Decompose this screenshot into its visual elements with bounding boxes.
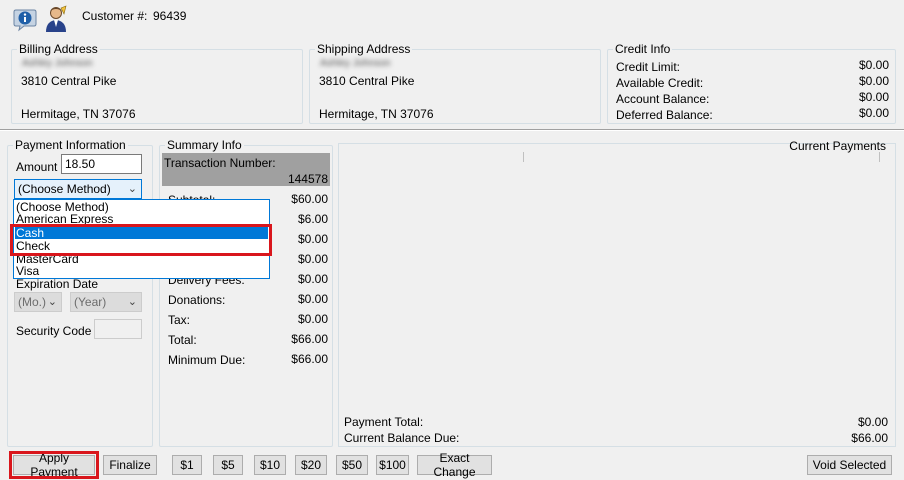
- column-divider: [523, 152, 524, 162]
- total-label: Total:: [168, 333, 197, 347]
- quick-amount-100-button[interactable]: $100: [376, 455, 409, 475]
- annotation-highlight-cash-check: [10, 224, 272, 256]
- option-choose-method[interactable]: (Choose Method): [16, 201, 109, 214]
- amount-input[interactable]: [61, 154, 142, 174]
- chevron-down-icon: ⌄: [127, 296, 137, 308]
- payment-title: Payment Information: [13, 138, 128, 152]
- balance-due-label: Current Balance Due:: [344, 431, 460, 445]
- quick-amount-50-button[interactable]: $50: [336, 455, 368, 475]
- option-visa[interactable]: Visa: [16, 265, 39, 278]
- billing-city: Hermitage, TN 37076: [21, 107, 136, 121]
- balance-due-value: $66.00: [851, 431, 888, 445]
- minimum-due-value: $66.00: [291, 352, 328, 366]
- billing-street: 3810 Central Pike: [21, 74, 117, 88]
- void-selected-button[interactable]: Void Selected: [807, 455, 892, 475]
- section-divider: [0, 129, 904, 131]
- quick-amount-5-button[interactable]: $5: [213, 455, 243, 475]
- transaction-number: 144578: [287, 172, 328, 186]
- account-balance-label: Account Balance:: [616, 92, 710, 106]
- summary-title: Summary Info: [165, 138, 244, 152]
- shipping-street: 3810 Central Pike: [319, 74, 415, 88]
- security-code-label: Security Code: [16, 324, 92, 338]
- user-icon[interactable]: [44, 5, 68, 33]
- credit-title: Credit Info: [613, 42, 673, 56]
- available-credit-value: $0.00: [858, 74, 889, 88]
- quick-amount-20-button[interactable]: $20: [295, 455, 327, 475]
- amount-label: Amount: [16, 160, 58, 174]
- tax-value: $0.00: [297, 312, 328, 326]
- annotation-highlight-apply: [9, 451, 99, 479]
- expiration-month-select[interactable]: (Mo.) ⌄: [14, 292, 62, 312]
- customer-label: Customer #:: [82, 9, 148, 23]
- billing-name: Ashley Johnson: [22, 58, 93, 69]
- account-balance-value: $0.00: [858, 90, 889, 104]
- quick-amount-1-button[interactable]: $1: [172, 455, 202, 475]
- transaction-label: Transaction Number:: [164, 156, 276, 170]
- billing-title: Billing Address: [17, 42, 100, 56]
- shipping-city: Hermitage, TN 37076: [319, 107, 434, 121]
- payments-list[interactable]: [341, 152, 893, 410]
- donations-value: $0.00: [297, 292, 328, 306]
- chevron-down-icon: ⌄: [127, 183, 137, 195]
- quick-amount-10-button[interactable]: $10: [254, 455, 286, 475]
- customer-number: 96439: [153, 9, 187, 23]
- deferred-balance-label: Deferred Balance:: [616, 108, 713, 122]
- expiration-year-select[interactable]: (Year) ⌄: [70, 292, 142, 312]
- shipping-title: Shipping Address: [315, 42, 413, 56]
- year-value: (Year): [74, 295, 107, 309]
- payment-method-value: (Choose Method): [18, 182, 111, 196]
- payment-total-label: Payment Total:: [344, 415, 424, 429]
- donations-label: Donations:: [168, 293, 226, 307]
- shipping-name: Ashley Johnson: [320, 58, 391, 69]
- available-credit-label: Available Credit:: [616, 76, 704, 90]
- tax-label: Tax:: [168, 313, 191, 327]
- total-value: $66.00: [291, 332, 328, 346]
- expiration-label: Expiration Date: [16, 277, 99, 291]
- month-value: (Mo.): [18, 295, 46, 309]
- chevron-down-icon: ⌄: [47, 296, 57, 308]
- payment-method-select[interactable]: (Choose Method) ⌄: [14, 179, 142, 199]
- payment-total-value: $0.00: [857, 415, 888, 429]
- current-payments-title: Current Payments: [789, 139, 886, 153]
- finalize-button[interactable]: Finalize: [103, 455, 157, 475]
- credit-limit-value: $0.00: [858, 58, 889, 72]
- exact-change-button[interactable]: Exact Change: [417, 451, 492, 479]
- credit-limit-label: Credit Limit:: [616, 60, 681, 74]
- security-code-input[interactable]: [94, 319, 142, 339]
- column-divider: [879, 152, 880, 162]
- info-icon[interactable]: [12, 6, 38, 32]
- minimum-due-label: Minimum Due:: [168, 353, 246, 367]
- deferred-balance-value: $0.00: [858, 106, 889, 120]
